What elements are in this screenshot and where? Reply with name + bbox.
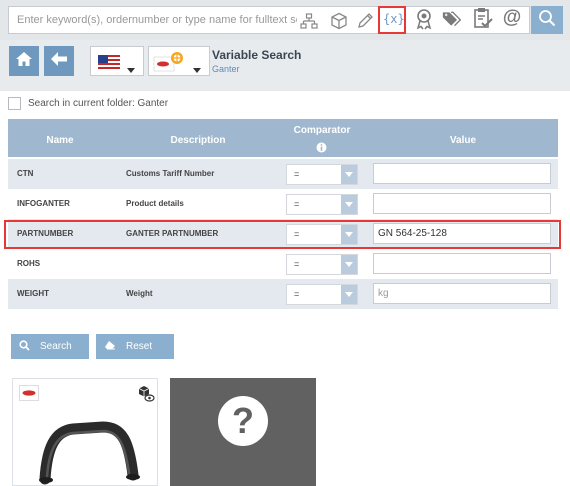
info-icon[interactable] (316, 140, 327, 158)
value-input[interactable] (373, 253, 551, 274)
comparator-value: = (294, 169, 300, 179)
column-header-comparator: Comparator (293, 125, 351, 136)
variable-name: INFOGANTER (17, 199, 70, 208)
sitemap-icon[interactable] (299, 11, 319, 31)
us-flag-icon (98, 55, 120, 74)
catalog-dropdown[interactable] (148, 46, 210, 76)
3d-cube-icon[interactable] (329, 11, 349, 31)
table-row: INFOGANTER Product details = (8, 189, 558, 219)
caret-down-icon (341, 165, 357, 184)
table-row: ROHS = (8, 249, 558, 279)
magnifier-icon (538, 9, 556, 32)
tags-icon[interactable] (442, 9, 462, 29)
caret-down-icon (193, 60, 201, 78)
arrow-left-icon (50, 51, 68, 72)
3d-view-icon[interactable] (137, 385, 155, 408)
comparator-select[interactable]: = (286, 254, 358, 275)
column-header-name: Name (46, 135, 74, 146)
comparator-value: = (294, 259, 300, 269)
comparator-value: = (294, 289, 300, 299)
comparator-value: = (294, 199, 300, 209)
caret-down-icon (341, 255, 357, 274)
variable-search-icon: {x} (383, 12, 405, 26)
variable-search-icon-button[interactable]: {x} (378, 6, 406, 34)
award-icon[interactable] (414, 9, 434, 30)
comparator-select[interactable]: = (286, 164, 358, 185)
search-in-folder-checkbox[interactable] (8, 97, 21, 110)
comparator-select[interactable]: = (286, 194, 358, 215)
brand-logo-icon (19, 385, 39, 406)
variable-name: WEIGHT (17, 289, 49, 298)
catalog-logo-icon (153, 50, 185, 79)
search-button[interactable]: Search (11, 334, 89, 359)
variable-description: Product details (126, 199, 184, 208)
top-toolbar: {x} @ (0, 0, 570, 40)
caret-down-icon (127, 60, 135, 78)
table-row: WEIGHT Weight = kg (8, 279, 558, 309)
variable-name: ROHS (17, 259, 41, 268)
result-tile-placeholder[interactable]: ? (170, 378, 316, 486)
home-button[interactable] (9, 46, 39, 76)
product-image (33, 417, 143, 486)
breadcrumb-catalog-link[interactable]: Ganter (212, 64, 240, 74)
value-input[interactable]: kg (373, 283, 551, 304)
page-title: Variable Search (212, 48, 302, 62)
reset-button-label: Reset (126, 341, 153, 352)
variable-name: CTN (17, 169, 34, 178)
caret-down-icon (341, 285, 357, 304)
search-submit-button[interactable] (531, 6, 563, 34)
pencil-icon[interactable] (355, 11, 375, 31)
comparator-select[interactable]: = (286, 284, 358, 305)
variable-description: Weight (126, 289, 153, 298)
search-button-label: Search (40, 341, 72, 352)
magnifier-icon (19, 339, 30, 354)
home-icon (15, 51, 33, 72)
value-input[interactable] (373, 193, 551, 214)
value-input[interactable] (373, 163, 551, 184)
column-header-description: Description (170, 135, 226, 146)
reset-button[interactable]: Reset (96, 334, 174, 359)
back-button[interactable] (44, 46, 74, 76)
selected-row-highlight (4, 220, 561, 249)
eraser-icon (104, 340, 116, 353)
language-dropdown[interactable] (90, 46, 144, 76)
question-icon: ? (218, 396, 268, 446)
column-header-value: Value (449, 135, 477, 146)
result-tile[interactable] (12, 378, 158, 486)
fulltext-search-input[interactable] (9, 7, 297, 33)
search-in-folder-label: Search in current folder: Ganter (28, 98, 169, 109)
search-in-folder-option[interactable]: Search in current folder: Ganter (8, 97, 168, 110)
table-row: CTN Customs Tariff Number = (8, 159, 558, 189)
question-glyph: ? (232, 400, 254, 441)
variable-description: Customs Tariff Number (126, 169, 215, 178)
at-icon[interactable]: @ (502, 7, 522, 28)
caret-down-icon (341, 195, 357, 214)
clipboard-check-icon[interactable] (473, 8, 493, 28)
table-header: Name Description Comparator Value (8, 119, 558, 157)
